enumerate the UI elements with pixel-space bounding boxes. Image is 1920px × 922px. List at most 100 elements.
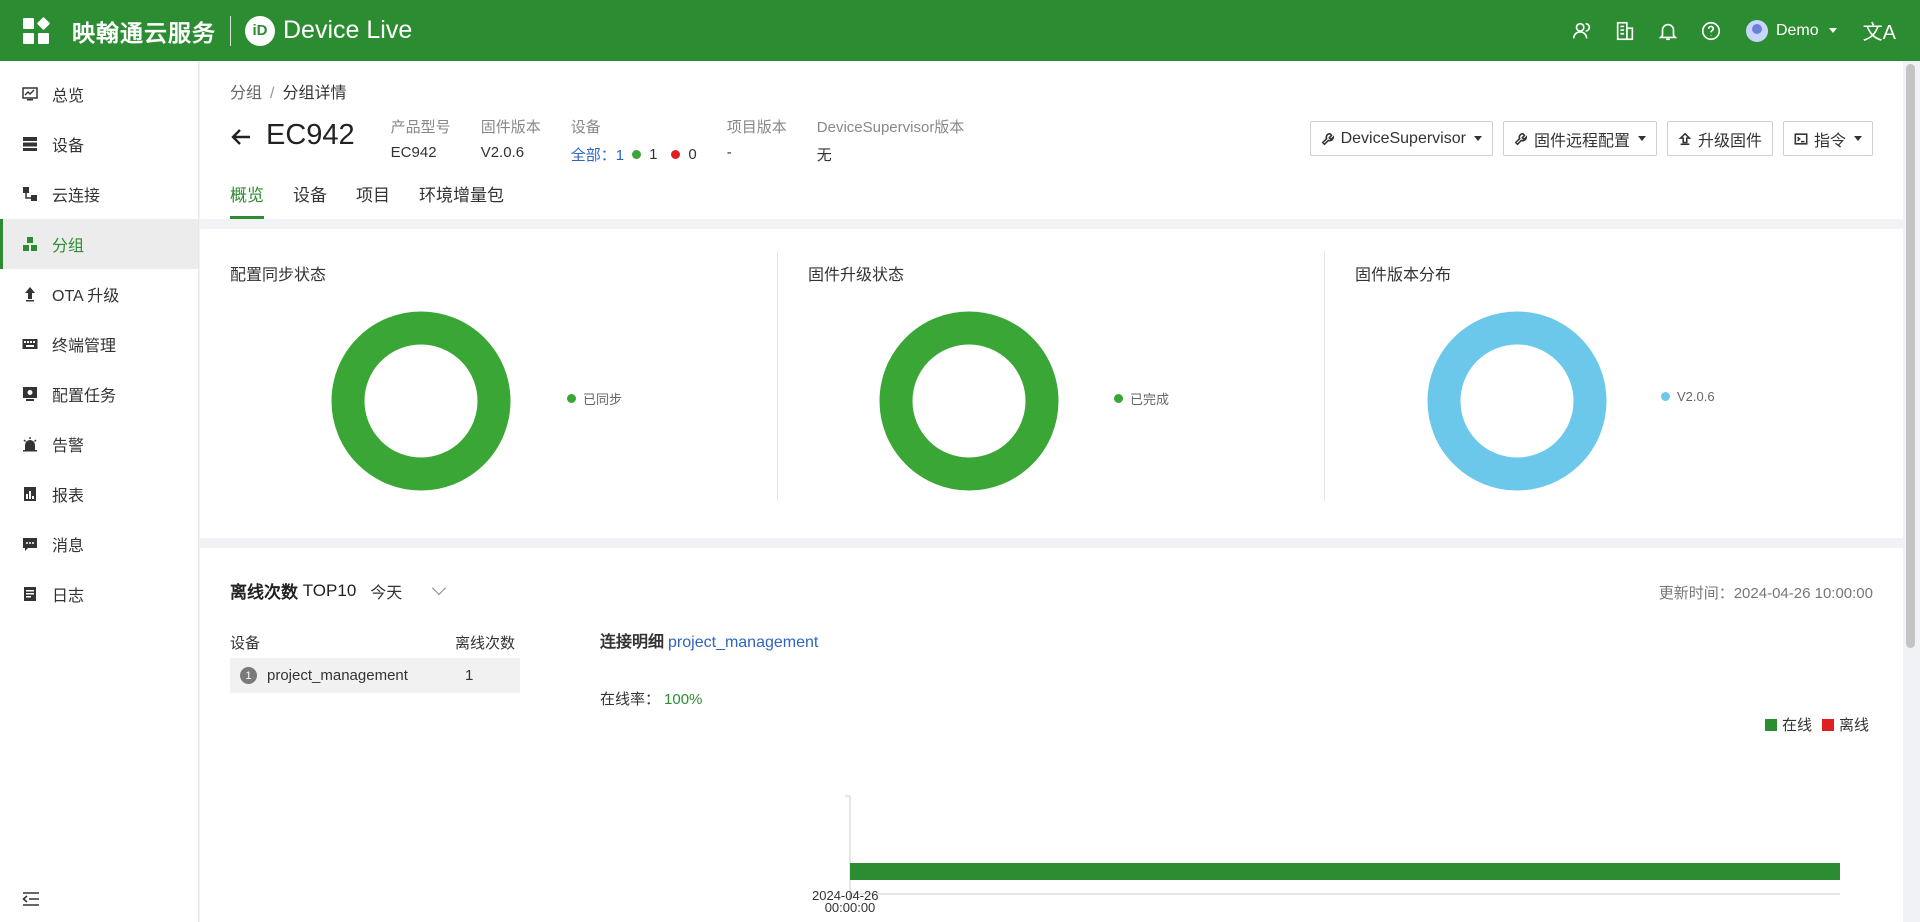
legend-item-offline[interactable]: 离线 xyxy=(1821,714,1869,735)
firmware-dist-donut xyxy=(1427,311,1607,491)
x-axis-date-label: 2024-04-26 xyxy=(812,888,879,903)
sidebar-item-config-task[interactable]: 配置任务 xyxy=(0,369,198,419)
user-menu[interactable]: Demo xyxy=(1745,19,1837,42)
legend-label: 在线 xyxy=(1781,717,1812,734)
sidebar-item-label: 分组 xyxy=(52,238,85,255)
range-select[interactable]: 今天 xyxy=(370,579,402,603)
user-name: Demo xyxy=(1775,21,1819,39)
online-status-dot xyxy=(632,150,642,159)
legend-label: 已完成 xyxy=(1130,392,1170,407)
help-icon[interactable] xyxy=(1699,19,1723,43)
detail-tabs: 概览 设备 项目 环境增量包 xyxy=(230,181,533,219)
sidebar-item-overview[interactable]: 总览 xyxy=(0,69,198,119)
section-title-bold: 离线次数 xyxy=(230,583,298,602)
remote-config-button[interactable]: 固件远程配置 xyxy=(1502,121,1657,156)
timeline-legend: 在线 离线 xyxy=(1755,714,1869,735)
building-icon[interactable] xyxy=(1613,19,1637,43)
back-arrow-icon[interactable] xyxy=(230,126,252,148)
online-rate-value: 100% xyxy=(664,691,703,708)
command-button[interactable]: 指令 xyxy=(1782,121,1873,156)
button-label: 指令 xyxy=(1813,132,1846,150)
collapse-sidebar-icon[interactable] xyxy=(22,890,40,908)
column-header-device: 设备 xyxy=(230,635,261,652)
config-sync-donut xyxy=(331,311,511,491)
legend-label: 已同步 xyxy=(583,392,623,407)
meta-model: 产品型号 EC942 xyxy=(391,116,451,161)
section-title-rest: TOP10 xyxy=(302,580,357,600)
brand-name: 映翰通云服务 xyxy=(72,19,216,46)
panel-title: 固件升级状态 xyxy=(808,267,905,284)
sidebar-item-group[interactable]: 分组 xyxy=(0,219,198,269)
meta-label: 设备 xyxy=(570,119,601,136)
devices-all-link[interactable]: 全部：1 xyxy=(571,144,624,165)
language-icon[interactable]: 文A xyxy=(1863,16,1896,45)
sidebar-item-ota[interactable]: OTA 升级 xyxy=(0,269,198,319)
meta-value: EC942 xyxy=(390,144,437,161)
terminal-icon xyxy=(1794,132,1808,145)
legend-item-online[interactable]: 在线 xyxy=(1764,714,1812,735)
meta-devices: 设备 全部：1 1 0 xyxy=(571,116,697,165)
sidebar-item-devices[interactable]: 设备 xyxy=(0,119,198,169)
tab-env-package[interactable]: 环境增量包 xyxy=(419,181,504,219)
tab-projects[interactable]: 项目 xyxy=(356,181,390,219)
panel-divider xyxy=(1324,251,1325,501)
breadcrumb-separator: / xyxy=(270,85,275,102)
config-task-icon xyxy=(22,386,38,402)
sidebar: 总览 设备 云连接 分组 OTA 升级 终端管理 配置任务 告警 报表 消息 日… xyxy=(0,61,199,922)
button-label: 升级固件 xyxy=(1697,132,1762,150)
legend-item: 已完成 xyxy=(1114,389,1169,408)
sidebar-item-label: 告警 xyxy=(52,438,85,455)
sidebar-item-terminal[interactable]: 终端管理 xyxy=(0,319,198,369)
sidebar-item-message[interactable]: 消息 xyxy=(0,519,198,569)
chevron-down-icon xyxy=(1854,136,1862,141)
table-row[interactable]: 1 project_management 1 xyxy=(230,658,520,693)
offline-top10-section: 离线次数 TOP10 今天 更新时间：2024-04-26 10:00:00 设… xyxy=(200,548,1903,922)
overview-stats: 配置同步状态 已同步 固件升级状态 已完成 固件版本分布 V2.0.6 xyxy=(200,229,1903,538)
connection-device-link[interactable]: project_management xyxy=(668,634,818,651)
panel-title: 固件版本分布 xyxy=(1355,267,1452,284)
updated-value: 2024-04-26 10:00:00 xyxy=(1733,585,1873,602)
updated-time: 更新时间：2024-04-26 10:00:00 xyxy=(1659,582,1873,603)
connection-detail-title: 连接明细 project_management xyxy=(600,628,818,652)
wrench-icon xyxy=(1514,132,1528,145)
rank-badge: 1 xyxy=(240,667,257,684)
keyboard-icon xyxy=(22,336,38,352)
device-counts: 全部：1 1 0 xyxy=(571,144,697,165)
apps-grid-icon[interactable] xyxy=(23,16,51,44)
sidebar-item-cloud-connect[interactable]: 云连接 xyxy=(0,169,198,219)
main-content: 分组 / 分组详情 EC942 产品型号 EC942 固件版本 V2.0.6 设备 … xyxy=(200,61,1903,922)
page-scrollbar[interactable] xyxy=(1906,64,1915,648)
section-title: 离线次数 TOP10 今天 xyxy=(230,578,447,603)
legend-label: V2.0.6 xyxy=(1677,389,1715,404)
donut-ring xyxy=(331,311,511,491)
sidebar-item-label: 报表 xyxy=(52,488,85,505)
group-icon xyxy=(22,236,38,252)
upgrade-firmware-button[interactable]: 升级固件 xyxy=(1666,121,1773,156)
legend-dot xyxy=(1114,394,1123,403)
meta-label: 产品型号 xyxy=(390,119,451,136)
sidebar-item-log[interactable]: 日志 xyxy=(0,569,198,619)
overview-icon xyxy=(22,86,38,102)
online-segment-bar[interactable] xyxy=(850,863,1840,880)
user-group-icon[interactable] xyxy=(1570,19,1594,43)
meta-label: DeviceSupervisor版本 xyxy=(816,119,965,136)
donut-ring xyxy=(879,311,1059,491)
sidebar-item-alarm[interactable]: 告警 xyxy=(0,419,198,469)
tab-devices[interactable]: 设备 xyxy=(293,181,327,219)
chevron-down-icon[interactable] xyxy=(432,580,447,596)
sidebar-item-label: 终端管理 xyxy=(52,338,117,355)
legend-label: 离线 xyxy=(1838,717,1869,734)
meta-supervisor: DeviceSupervisor版本 无 xyxy=(817,116,965,165)
bell-icon[interactable] xyxy=(1656,19,1680,43)
sidebar-item-report[interactable]: 报表 xyxy=(0,469,198,519)
upload-icon xyxy=(22,286,38,302)
tab-overview[interactable]: 概览 xyxy=(230,181,264,219)
legend-swatch-offline xyxy=(1821,718,1834,731)
device-supervisor-button[interactable]: DeviceSupervisor xyxy=(1309,121,1493,156)
meta-label: 固件版本 xyxy=(480,119,541,136)
breadcrumb-parent[interactable]: 分组 xyxy=(230,85,262,102)
breadcrumb-current: 分组详情 xyxy=(282,85,347,102)
device-name: project_management xyxy=(267,667,408,684)
group-header: 分组 / 分组详情 EC942 产品型号 EC942 固件版本 V2.0.6 设备 … xyxy=(200,61,1903,219)
wrench-icon xyxy=(1321,132,1334,145)
